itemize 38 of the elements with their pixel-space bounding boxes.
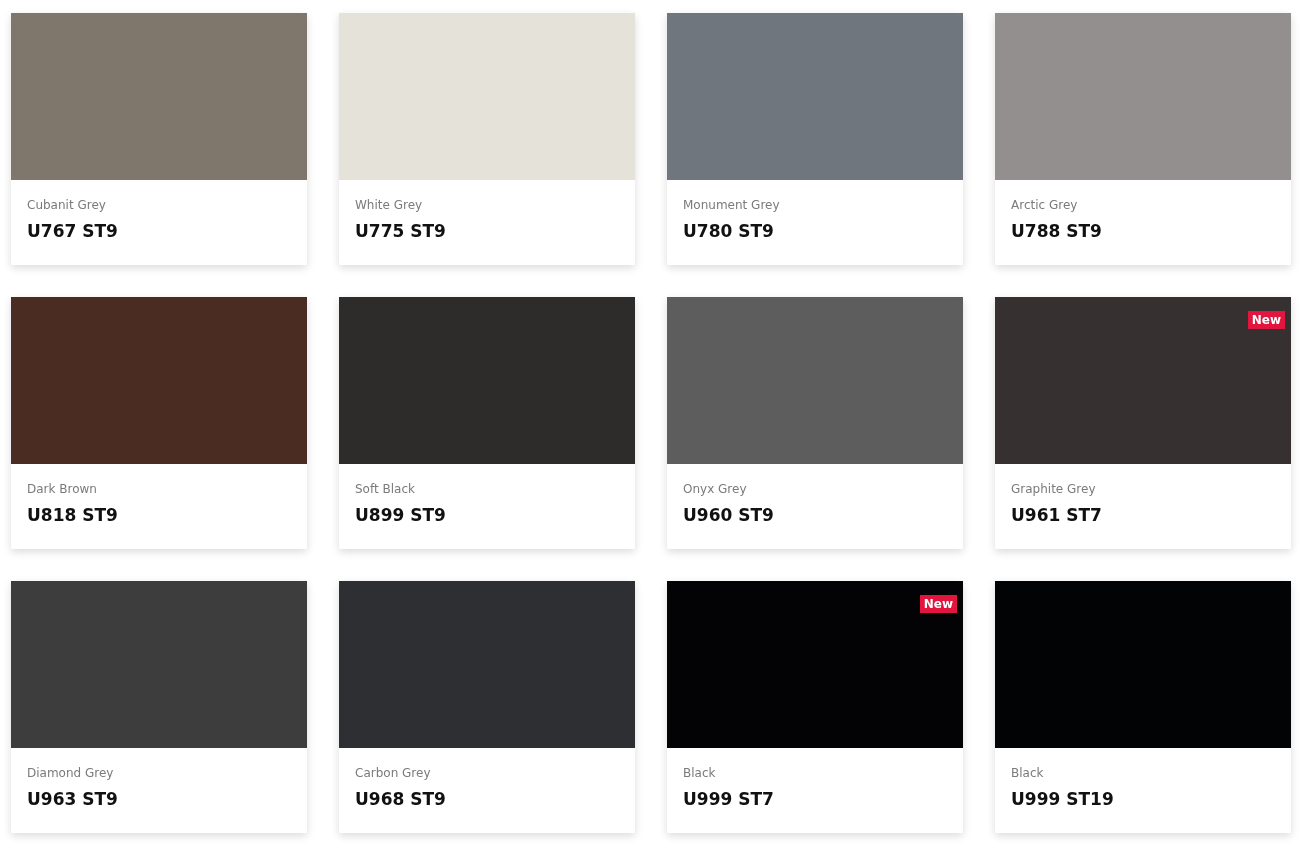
color-code: U960 ST9 — [683, 505, 775, 525]
color-code: U775 ST9 — [355, 221, 447, 241]
color-code: U767 ST9 — [27, 221, 119, 241]
swatch-card[interactable]: Carbon Grey U968 ST9 — [339, 581, 635, 833]
color-code: U899 ST9 — [355, 505, 447, 525]
color-name: Diamond Grey — [27, 766, 115, 780]
color-code: U999 ST7 — [683, 789, 775, 809]
swatch-card[interactable]: Arctic Grey U788 ST9 — [995, 13, 1291, 265]
swatch-card[interactable]: New Black U999 ST7 — [667, 581, 963, 833]
color-name: Dark Brown — [27, 482, 98, 496]
color-name: Soft Black — [355, 482, 416, 496]
color-code: U788 ST9 — [1011, 221, 1103, 241]
color-code: U780 ST9 — [683, 221, 775, 241]
color-name: Cubanit Grey — [27, 198, 107, 212]
swatch-card[interactable]: New Graphite Grey U961 ST7 — [995, 297, 1291, 549]
swatch-card[interactable]: Dark Brown U818 ST9 — [11, 297, 307, 549]
swatch-card[interactable]: Black U999 ST19 — [995, 581, 1291, 833]
swatch-card[interactable]: White Grey U775 ST9 — [339, 13, 635, 265]
new-badge: New — [919, 595, 957, 613]
new-badge: New — [1247, 311, 1285, 329]
color-name: Arctic Grey — [1011, 198, 1079, 212]
color-code: U999 ST19 — [1011, 789, 1115, 809]
color-name: Black — [683, 766, 717, 780]
color-code: U968 ST9 — [355, 789, 447, 809]
color-name: Graphite Grey — [1011, 482, 1097, 496]
color-name: Carbon Grey — [355, 766, 432, 780]
color-code: U963 ST9 — [27, 789, 119, 809]
swatch-card[interactable]: Soft Black U899 ST9 — [339, 297, 635, 549]
color-name: Monument Grey — [683, 198, 781, 212]
color-name: White Grey — [355, 198, 424, 212]
color-name: Black — [1011, 766, 1045, 780]
color-code: U818 ST9 — [27, 505, 119, 525]
swatch-card[interactable]: Diamond Grey U963 ST9 — [11, 581, 307, 833]
swatch-card[interactable]: Monument Grey U780 ST9 — [667, 13, 963, 265]
swatch-card[interactable]: Onyx Grey U960 ST9 — [667, 297, 963, 549]
color-name: Onyx Grey — [683, 482, 748, 496]
color-code: U961 ST7 — [1011, 505, 1103, 525]
swatch-card[interactable]: Cubanit Grey U767 ST9 — [11, 13, 307, 265]
